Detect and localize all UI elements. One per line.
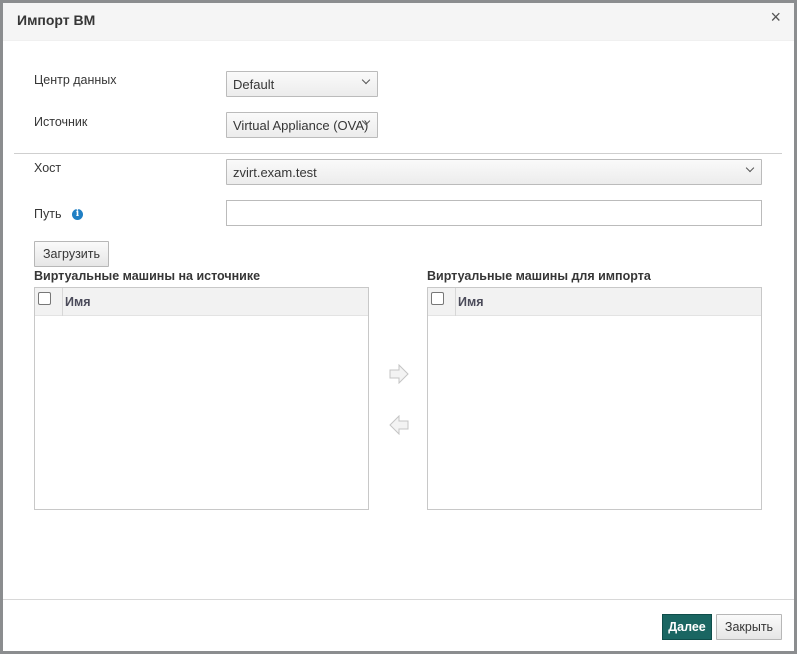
- import-select-all-checkbox[interactable]: [431, 292, 444, 305]
- path-label: Путь: [34, 207, 62, 221]
- path-input[interactable]: [226, 200, 762, 226]
- chevron-down-icon: [745, 163, 755, 173]
- column-divider: [62, 288, 63, 316]
- source-vms-header: Имя: [35, 288, 368, 316]
- arrow-right-icon[interactable]: [389, 364, 409, 384]
- datacenter-select[interactable]: Default: [226, 71, 378, 97]
- chevron-down-icon: [361, 75, 371, 85]
- import-vm-dialog: Импорт ВМ × Центр данных Default Источни…: [0, 0, 797, 654]
- footer-divider: [3, 599, 794, 600]
- host-value: zvirt.exam.test: [233, 165, 317, 180]
- source-select[interactable]: Virtual Appliance (OVA): [226, 112, 378, 138]
- next-button[interactable]: Далее: [662, 614, 712, 640]
- source-select-all-checkbox[interactable]: [38, 292, 51, 305]
- import-vms-grid: Имя: [427, 287, 762, 510]
- source-name-column[interactable]: Имя: [65, 295, 91, 309]
- source-label: Источник: [34, 115, 88, 129]
- source-vms-grid: Имя: [34, 287, 369, 510]
- load-button[interactable]: Загрузить: [34, 241, 109, 267]
- import-vms-header: Имя: [428, 288, 761, 316]
- form-divider: [14, 153, 782, 154]
- arrow-left-icon[interactable]: [389, 415, 409, 435]
- source-value: Virtual Appliance (OVA): [233, 118, 369, 133]
- host-label: Хост: [34, 161, 62, 175]
- datacenter-value: Default: [233, 77, 275, 92]
- info-icon[interactable]: i: [72, 209, 83, 220]
- import-name-column[interactable]: Имя: [458, 295, 484, 309]
- datacenter-label: Центр данных: [34, 73, 117, 87]
- close-icon[interactable]: ×: [770, 8, 781, 26]
- close-button[interactable]: Закрыть: [716, 614, 782, 640]
- host-select[interactable]: zvirt.exam.test: [226, 159, 762, 185]
- import-vms-title: Виртуальные машины для импорта: [427, 269, 651, 283]
- column-divider: [455, 288, 456, 316]
- source-vms-title: Виртуальные машины на источнике: [34, 269, 261, 283]
- dialog-title: Импорт ВМ: [17, 12, 96, 28]
- dialog-header: Импорт ВМ ×: [3, 3, 794, 41]
